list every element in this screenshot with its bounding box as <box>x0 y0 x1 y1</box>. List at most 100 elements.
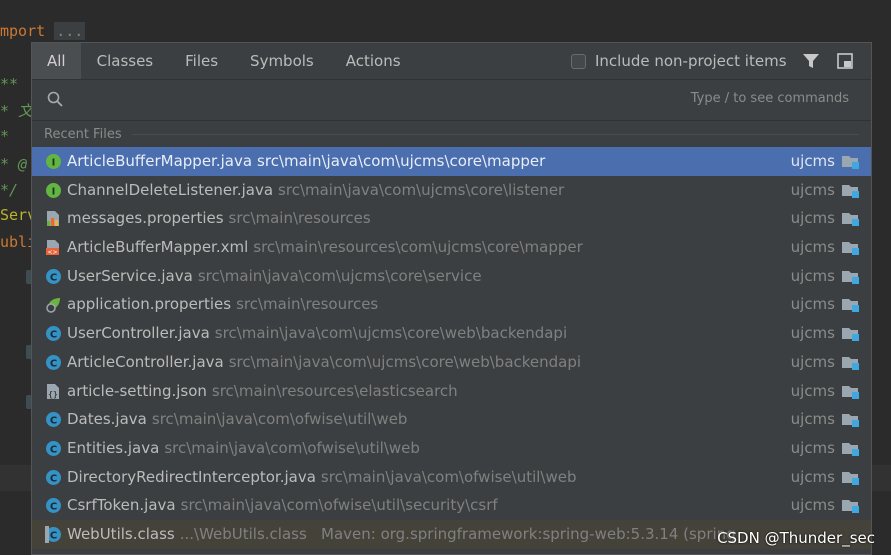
file-row[interactable]: C UserService.java src\main\java\com\ujcms… <box>32 262 871 291</box>
file-path: src\main\java\com\ofwise\util\web <box>320 467 577 486</box>
file-row[interactable]: C DirectoryRedirectInterceptor.java src\ma… <box>32 463 871 492</box>
file-name-text: article-setting.json <box>67 381 207 400</box>
file-name: DirectoryRedirectInterceptor.java src\mai… <box>67 463 577 492</box>
editor-line: * <box>0 127 10 145</box>
file-path: src\main\java\com\ujcms\core\mapper <box>257 152 546 170</box>
module-folder-icon <box>841 268 861 285</box>
editor-line: */ <box>0 181 19 199</box>
file-path: src\main\java\com\ujcms\core\listener <box>278 180 565 199</box>
project-name: ujcms <box>790 410 835 429</box>
module-folder-icon <box>841 411 861 428</box>
file-name: UserService.java src\main\java\com\ujcms\… <box>67 262 482 291</box>
interface-icon: I <box>45 153 62 170</box>
file-path: src\main\resources <box>228 209 371 228</box>
file-path: src\main\java\com\ofwise\util\web <box>151 410 408 429</box>
file-row[interactable]: I ChannelDeleteListener.java src\main\java… <box>32 176 871 205</box>
project-name: ujcms <box>790 381 835 400</box>
module-folder-icon <box>841 182 861 199</box>
module-folder-icon <box>841 383 861 400</box>
module-folder-icon <box>841 210 861 227</box>
file-row[interactable]: C ArticleController.java src\main\java\com… <box>32 348 871 377</box>
file-row[interactable]: C UserController.java src\main\java\com\uj… <box>32 319 871 348</box>
properties-bundle-icon <box>45 210 62 227</box>
tab-files[interactable]: Files <box>169 43 234 79</box>
xml-file-icon: <> <box>45 239 62 256</box>
class-file-icon: C <box>45 525 62 543</box>
file-name: UserController.java src\main\java\com\ujc… <box>67 319 567 348</box>
file-row[interactable]: C CsrfToken.java src\main\java\com\ofwise\… <box>32 491 871 520</box>
module-folder-icon <box>841 325 861 342</box>
class-icon: C <box>45 440 62 457</box>
editor-line: * 文 <box>0 102 34 120</box>
file-row[interactable]: I ArticleBufferMapper.java src\main\java\c… <box>32 147 871 176</box>
svg-text:<>: <> <box>47 249 57 256</box>
file-path: src\main\resources\com\ujcms\core\mapper <box>253 238 583 257</box>
spring-properties-icon <box>45 296 62 314</box>
file-path: src\main\java\com\ujcms\core\web\backend… <box>228 352 582 371</box>
svg-text:C: C <box>50 358 57 369</box>
tab-all[interactable]: All <box>32 43 81 79</box>
file-name-text: Dates.java <box>67 410 147 429</box>
file-name-text: DirectoryRedirectInterceptor.java <box>67 467 316 486</box>
class-icon: C <box>45 268 62 285</box>
interface-icon: I <box>45 182 62 199</box>
file-name-text: CsrfToken.java <box>67 496 176 515</box>
editor-import-line: mport ... <box>0 22 86 40</box>
project-name: ujcms <box>790 467 835 486</box>
module-folder-icon <box>841 296 861 313</box>
editor-line: * @ <box>0 155 28 173</box>
svg-text:C: C <box>50 444 57 455</box>
file-name: Entities.java src\main\java\com\ofwise\ut… <box>67 434 420 463</box>
module-folder-icon <box>841 239 861 256</box>
file-path: src\main\resources\elasticsearch <box>211 381 458 400</box>
json-file-icon: {} <box>45 383 62 400</box>
open-in-window-icon[interactable] <box>836 52 854 70</box>
watermark: CSDN @Thunder_sec <box>717 529 875 547</box>
file-path: src\main\resources <box>236 295 379 314</box>
file-name: messages.properties src\main\resources <box>67 204 371 233</box>
file-name-text: ArticleController.java <box>67 352 224 371</box>
file-name-text: messages.properties <box>67 209 224 228</box>
file-name-text: UserController.java <box>67 324 210 343</box>
file-name: ArticleBufferMapper.xml src\main\resource… <box>67 233 583 262</box>
file-name-text: application.properties <box>67 295 232 314</box>
file-name-text: UserService.java <box>67 266 193 285</box>
file-row[interactable]: C Entities.java src\main\java\com\ofwise\u… <box>32 434 871 463</box>
include-non-project-toggle[interactable]: Include non-project items <box>571 51 787 71</box>
svg-text:C: C <box>50 272 57 283</box>
folded-imports[interactable]: ... <box>54 22 86 40</box>
file-name-text: Entities.java <box>67 438 160 457</box>
tab-actions[interactable]: Actions <box>330 43 417 79</box>
svg-text:I: I <box>52 158 56 169</box>
file-name-text: ChannelDeleteListener.java <box>67 180 274 199</box>
class-icon: C <box>45 354 62 371</box>
search-input[interactable] <box>76 86 680 114</box>
tab-classes[interactable]: Classes <box>81 43 170 79</box>
file-row[interactable]: <> ArticleBufferMapper.xml src\main\resour… <box>32 233 871 262</box>
file-name-text: ArticleBufferMapper.java <box>67 152 253 170</box>
project-name: ujcms <box>790 438 835 457</box>
project-name: ujcms <box>790 180 835 199</box>
project-name: ujcms <box>790 209 835 228</box>
file-row[interactable]: C Dates.java src\main\java\com\ofwise\util… <box>32 405 871 434</box>
svg-text:{}: {} <box>48 390 58 399</box>
filter-icon[interactable] <box>802 52 820 70</box>
svg-text:C: C <box>50 530 57 541</box>
project-name: ujcms <box>790 266 835 285</box>
divider <box>131 133 859 135</box>
file-row[interactable]: {} article-setting.json src\main\resources… <box>32 377 871 406</box>
svg-text:I: I <box>52 186 56 197</box>
file-row[interactable]: messages.properties src\main\resources ujc… <box>32 204 871 233</box>
module-folder-icon <box>841 497 861 514</box>
editor-line: ** <box>0 75 19 93</box>
results-list: I ArticleBufferMapper.java src\main\java\c… <box>32 147 871 549</box>
recent-files-header: Recent Files <box>44 125 859 143</box>
file-name: Dates.java src\main\java\com\ofwise\util\… <box>67 405 407 434</box>
file-row[interactable]: application.properties src\main\resources… <box>32 290 871 319</box>
class-icon: C <box>45 497 62 514</box>
tab-symbols[interactable]: Symbols <box>234 43 330 79</box>
module-folder-icon <box>841 469 861 486</box>
include-checkbox[interactable] <box>571 53 586 69</box>
svg-text:C: C <box>50 416 57 427</box>
file-name: ArticleBufferMapper.java src\main\java\co… <box>67 147 545 176</box>
